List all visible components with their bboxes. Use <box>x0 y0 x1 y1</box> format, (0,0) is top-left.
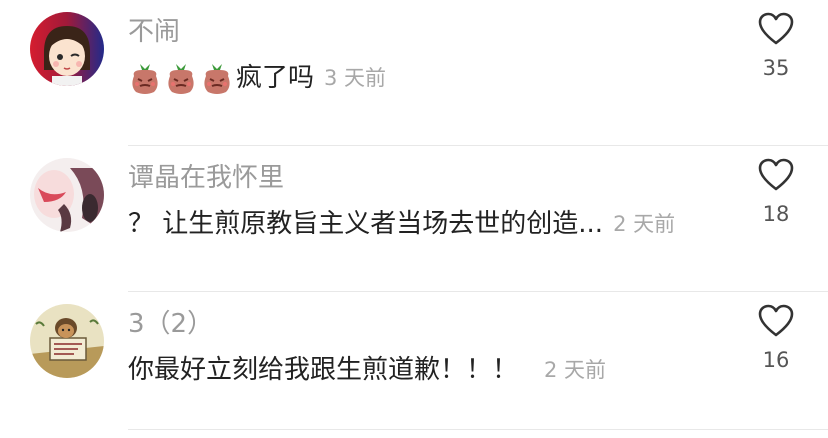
heart-outline-icon[interactable] <box>758 304 794 338</box>
timestamp: 2 天前 <box>613 212 676 236</box>
timestamp: 3 天前 <box>324 66 387 90</box>
comment-body: 你最好立刻给我跟生煎道歉！！！ 2 天前 <box>128 350 606 390</box>
comment-text: 疯了吗 <box>236 63 315 93</box>
heart-outline-icon[interactable] <box>758 12 794 46</box>
angry-bag-emoji <box>128 60 162 96</box>
like-count: 18 <box>762 202 790 226</box>
angry-bag-emoji <box>164 60 198 96</box>
heart-outline-icon[interactable] <box>758 158 794 192</box>
comment-item: 不闹 疯了吗 3 天前 35 <box>0 0 828 146</box>
like-button[interactable]: 16 <box>746 304 806 384</box>
avatar[interactable] <box>30 12 104 86</box>
like-count: 35 <box>762 56 790 80</box>
username[interactable]: 谭晶在我怀里 <box>128 160 284 196</box>
avatar[interactable] <box>30 158 104 232</box>
like-button[interactable]: 18 <box>746 158 806 238</box>
comment-text: 你最好立刻给我跟生煎道歉！！！ <box>128 355 519 385</box>
timestamp: 2 天前 <box>544 358 607 382</box>
like-button[interactable]: 35 <box>746 12 806 92</box>
like-count: 16 <box>762 348 790 372</box>
comment-item: 谭晶在我怀里 ？ 让生煎原教旨主义者当场去世的创造... 2 天前 18 <box>0 146 828 292</box>
avatar[interactable] <box>30 304 104 378</box>
comment-body: 疯了吗 3 天前 <box>128 58 386 98</box>
comment-body: ？ 让生煎原教旨主义者当场去世的创造... 2 天前 <box>128 204 675 244</box>
comment-item: 3（2） 你最好立刻给我跟生煎道歉！！！ 2 天前 16 <box>0 292 828 438</box>
username[interactable]: 3（2） <box>128 306 213 342</box>
angry-bag-emoji <box>200 60 234 96</box>
username[interactable]: 不闹 <box>128 14 180 50</box>
comment-text: ？ 让生煎原教旨主义者当场去世的创造... <box>128 209 604 239</box>
